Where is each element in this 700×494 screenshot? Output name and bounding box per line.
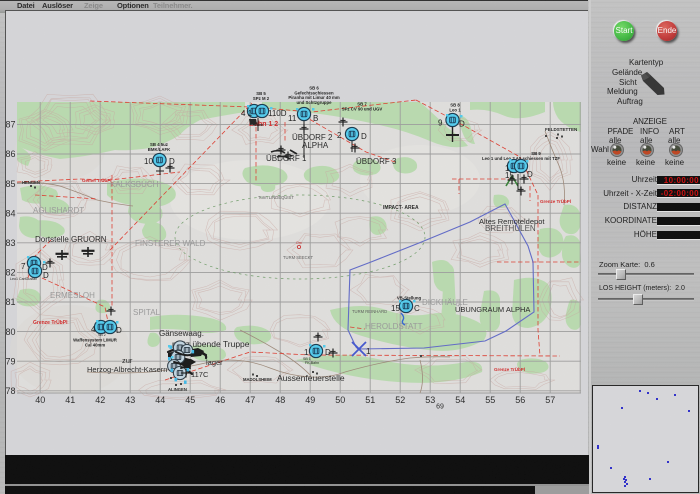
svg-text:43: 43 xyxy=(125,395,135,405)
svg-text:Om: Om xyxy=(296,241,302,245)
svg-text:AGLISHARDT: AGLISHARDT xyxy=(33,206,84,215)
svg-text:49: 49 xyxy=(305,395,315,405)
svg-text:44: 44 xyxy=(155,395,165,405)
svg-text:FELDSTETTEN: FELDSTETTEN xyxy=(545,127,577,132)
svg-text:Dortstelle GRUORN: Dortstelle GRUORN xyxy=(35,235,107,244)
svg-text:7: 7 xyxy=(21,262,26,271)
svg-text:zur: zur xyxy=(122,356,133,365)
svg-text:56: 56 xyxy=(515,395,525,405)
svg-text:Grenze TrÜbPl: Grenze TrÜbPl xyxy=(540,198,571,204)
svg-text:D: D xyxy=(325,348,331,357)
svg-text:79: 79 xyxy=(6,356,16,366)
svg-text:Grenze TrÜbPl: Grenze TrÜbPl xyxy=(494,366,525,372)
svg-text:D: D xyxy=(43,271,49,280)
svg-text:ÜBDORF 3: ÜBDORF 3 xyxy=(356,157,397,166)
svg-text:Leo 1: Leo 1 xyxy=(449,107,461,112)
svg-text:SPz M 2: SPz M 2 xyxy=(253,96,270,101)
svg-text:D: D xyxy=(459,120,465,129)
svg-text:1: 1 xyxy=(366,347,371,356)
svg-text:SPz CV 90 und UGV: SPz CV 90 und UGV xyxy=(342,106,383,111)
svg-text:4 1: 4 1 xyxy=(241,109,253,118)
svg-text:Turm LINDEQUIST: Turm LINDEQUIST xyxy=(258,195,294,200)
svg-text:TURM SEECKT: TURM SEECKT xyxy=(283,255,313,260)
svg-text:B: B xyxy=(313,114,318,123)
svg-text:78: 78 xyxy=(6,386,16,396)
svg-text:80: 80 xyxy=(6,327,16,337)
svg-text:BMK/LAFK: BMK/LAFK xyxy=(148,147,171,152)
svg-text:D: D xyxy=(361,132,367,141)
svg-text:55: 55 xyxy=(485,395,495,405)
svg-text:und Schtzgruppe: und Schtzgruppe xyxy=(296,100,332,105)
svg-text:Grenze TrÜbPl: Grenze TrÜbPl xyxy=(33,319,68,326)
svg-text:15: 15 xyxy=(391,304,400,313)
svg-text:lager: lager xyxy=(206,358,223,367)
svg-text:KALKSBUCH: KALKSBUCH xyxy=(110,180,159,189)
svg-text:47: 47 xyxy=(245,395,255,405)
svg-text:53: 53 xyxy=(425,395,435,405)
svg-text:54: 54 xyxy=(455,395,465,405)
svg-text:81: 81 xyxy=(6,297,16,307)
svg-text:SB 2: SB 2 xyxy=(98,333,106,337)
svg-text:ÜBUNGRAUM ALPHA: ÜBUNGRAUM ALPHA xyxy=(455,305,530,314)
svg-text:4: 4 xyxy=(91,325,96,334)
svg-text:MADOLSHEIM: MADOLSHEIM xyxy=(243,377,272,382)
svg-text:ERMESLOH: ERMESLOH xyxy=(50,291,95,300)
svg-text:10: 10 xyxy=(144,157,153,166)
svg-text:42: 42 xyxy=(95,395,105,405)
svg-text:86: 86 xyxy=(6,149,16,159)
svg-text:9: 9 xyxy=(438,119,443,128)
svg-text:Gemel TrÜbPl: Gemel TrÜbPl xyxy=(82,177,112,183)
svg-text:2: 2 xyxy=(337,131,342,140)
svg-text:1: 1 xyxy=(304,348,309,357)
svg-text:84: 84 xyxy=(6,208,16,218)
svg-text:ÜBDORF 1: ÜBDORF 1 xyxy=(266,154,307,163)
svg-text:83: 83 xyxy=(6,238,16,248)
svg-text:Leo1 CarlGustav: Leo1 CarlGustav xyxy=(10,277,37,281)
svg-text:69: 69 xyxy=(436,404,444,411)
svg-text:Gänsewaag.: Gänsewaag. xyxy=(159,329,204,338)
svg-text:FK-Bahn: FK-Bahn xyxy=(305,361,319,365)
svg-text:110D: 110D xyxy=(268,109,287,118)
svg-text:Herzog-Albrecht-Kasern: Herzog-Albrecht-Kasern xyxy=(87,365,167,374)
svg-text:FINSTERER WALD: FINSTERER WALD xyxy=(135,239,206,248)
svg-text:11: 11 xyxy=(288,114,297,123)
svg-text:ALINGEN: ALINGEN xyxy=(168,387,187,392)
svg-text:50: 50 xyxy=(335,395,345,405)
svg-text:52: 52 xyxy=(395,395,405,405)
svg-text:C: C xyxy=(414,304,420,313)
svg-text:BREITHÜLEN: BREITHÜLEN xyxy=(485,224,536,233)
svg-text:ALPHA: ALPHA xyxy=(302,141,329,150)
svg-text:57: 57 xyxy=(545,395,555,405)
svg-text:D: D xyxy=(116,326,122,335)
svg-text:46: 46 xyxy=(215,395,225,405)
svg-text:85: 85 xyxy=(6,179,16,189)
svg-text:HEROLDSTATT: HEROLDSTATT xyxy=(365,322,423,331)
svg-text:48: 48 xyxy=(275,395,285,405)
svg-text:Aussenfeuerstelle: Aussenfeuerstelle xyxy=(277,373,345,383)
svg-text:117C: 117C xyxy=(191,370,209,379)
svg-text:D: D xyxy=(527,170,533,179)
svg-text:87: 87 xyxy=(6,120,16,130)
svg-text:40: 40 xyxy=(35,395,45,405)
svg-text:Cal 40mm: Cal 40mm xyxy=(85,342,105,347)
svg-text:HENGEN: HENGEN xyxy=(22,180,40,185)
svg-text:41: 41 xyxy=(65,395,75,405)
svg-text:IMPACT- AREA: IMPACT- AREA xyxy=(383,205,419,211)
svg-text:D: D xyxy=(169,157,175,166)
svg-text:51: 51 xyxy=(365,395,375,405)
svg-text:15: 15 xyxy=(505,171,514,180)
svg-text:SPITAL: SPITAL xyxy=(133,308,161,317)
svg-text:45: 45 xyxy=(185,395,195,405)
svg-text:TURM REINHARD: TURM REINHARD xyxy=(352,309,387,314)
